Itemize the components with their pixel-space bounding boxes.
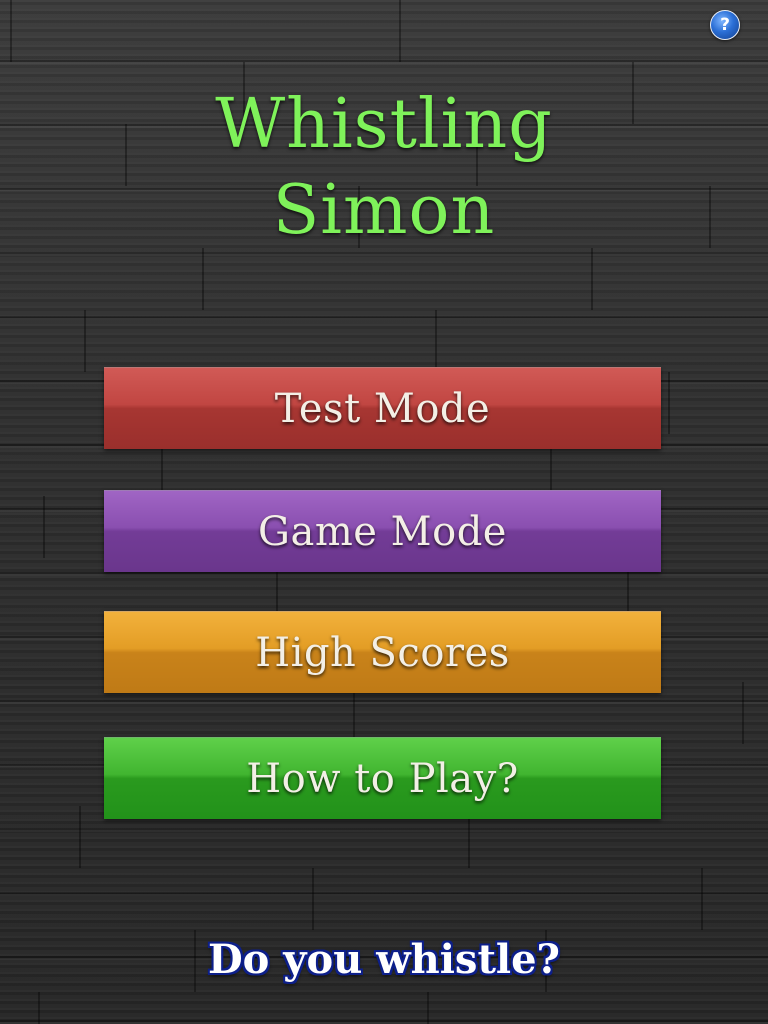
question-mark-icon: ? [720,14,730,35]
game-mode-button[interactable]: Game Mode [104,490,661,572]
plank-seam [79,806,81,868]
how-to-play-label: How to Play? [246,755,519,802]
plank-seam [10,0,12,62]
high-scores-label: High Scores [255,629,510,676]
plank-seam [427,992,429,1024]
plank-seam [668,372,670,434]
test-mode-label: Test Mode [274,385,491,432]
app-title-line-2: Simon [272,171,496,250]
how-to-play-button[interactable]: How to Play? [104,737,661,819]
app-title-line-1: Whistling [215,85,553,164]
plank-seam [312,868,314,930]
app-title: Whistling Simon [0,82,768,254]
plank-seam [435,310,437,372]
plank-seam [742,682,744,744]
plank-seam [43,496,45,558]
tagline: Do you whistle? [207,936,560,983]
plank-seam [399,0,401,62]
plank-seam [38,992,40,1024]
game-mode-label: Game Mode [258,508,507,555]
help-button[interactable]: ? [710,10,740,40]
plank-seam [591,248,593,310]
high-scores-button[interactable]: High Scores [104,611,661,693]
test-mode-button[interactable]: Test Mode [104,367,661,449]
main-screen: ? Whistling Simon Test Mode Game Mode Hi… [0,0,768,1024]
plank-seam [701,868,703,930]
plank-seam [84,310,86,372]
plank-seam [202,248,204,310]
